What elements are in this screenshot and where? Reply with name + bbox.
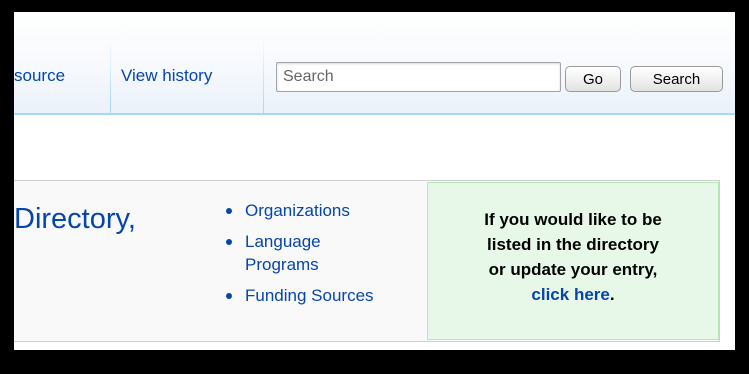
search-input[interactable] bbox=[276, 62, 561, 92]
bullet-icon bbox=[226, 208, 232, 214]
search-button-label: Search bbox=[652, 70, 701, 88]
header-bottom-border bbox=[14, 113, 735, 115]
list-item-funding-sources: Funding Sources bbox=[226, 284, 426, 307]
directory-title-link[interactable]: Directory, bbox=[14, 203, 136, 236]
language-programs-link[interactable]: Language Programs bbox=[245, 230, 426, 276]
header-tab-bar: source View history Go Search bbox=[14, 12, 735, 115]
list-item-organizations: Organizations bbox=[226, 199, 426, 222]
tab-divider bbox=[110, 38, 111, 114]
go-button[interactable]: Go bbox=[565, 66, 621, 92]
organizations-link[interactable]: Organizations bbox=[245, 199, 426, 222]
notice-line-3: or update your entry, bbox=[488, 260, 658, 279]
screenshot-frame: source View history Go Search Directory,… bbox=[0, 0, 749, 374]
tab-view-source[interactable]: source bbox=[14, 38, 110, 114]
page-viewport: source View history Go Search Directory,… bbox=[14, 12, 735, 350]
tab-view-history-label: View history bbox=[121, 66, 213, 85]
notice-line-1: If you would like to be bbox=[484, 210, 662, 229]
bullet-icon bbox=[226, 239, 232, 245]
go-button-label: Go bbox=[582, 70, 603, 88]
directory-link-list: Organizations Language Programs Funding … bbox=[226, 199, 426, 307]
bullet-icon bbox=[226, 293, 232, 299]
notice-trailing-period: . bbox=[609, 285, 615, 304]
language-programs-line1: Language bbox=[245, 232, 321, 251]
click-here-link[interactable]: click here bbox=[531, 285, 609, 304]
funding-sources-link[interactable]: Funding Sources bbox=[245, 284, 426, 307]
tab-view-history[interactable]: View history bbox=[112, 38, 262, 114]
language-programs-line2: Programs bbox=[245, 255, 319, 274]
tab-view-source-label: source bbox=[14, 66, 66, 85]
directory-notice-box: If you would like to be listed in the di… bbox=[427, 182, 719, 340]
search-button[interactable]: Search bbox=[630, 66, 723, 92]
list-item-language-programs: Language Programs bbox=[226, 230, 426, 276]
notice-line-2: listed in the directory bbox=[487, 235, 659, 254]
tab-divider bbox=[263, 38, 264, 114]
notice-line-4: click here. bbox=[428, 282, 718, 307]
